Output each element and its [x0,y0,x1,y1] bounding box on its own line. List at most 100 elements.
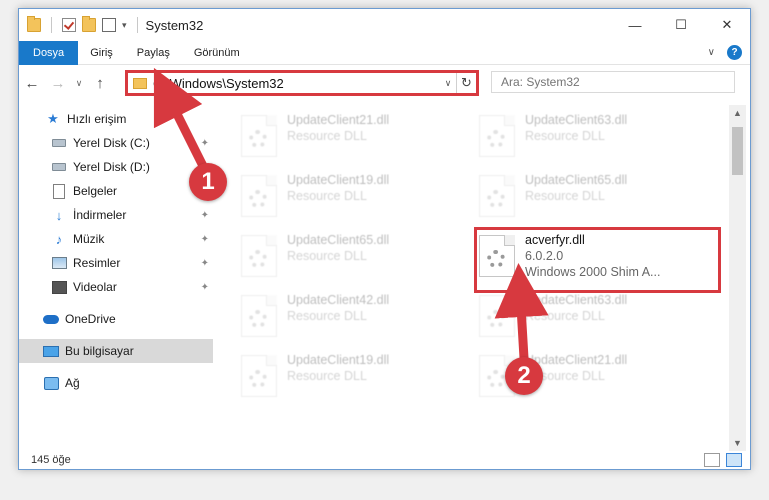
cloud-icon [43,311,59,327]
dll-file-icon [241,295,277,337]
disk-icon [51,135,67,151]
properties-check-icon[interactable] [62,18,76,32]
nav-item-label: Hızlı erişim [67,112,127,126]
nav-item-videos[interactable]: Videolar ✦ [19,275,213,299]
dll-file-icon [241,115,277,157]
dll-file-icon [479,175,515,217]
ribbon-right-controls: ∨ ? [708,45,742,60]
nav-item-label: Belgeler [73,184,118,198]
nav-item-local-disk-d[interactable]: Yerel Disk (D:) [19,155,213,179]
file-description: Resource DLL [287,309,367,323]
file-tile[interactable]: UpdateClient42.dll Resource DLL [241,291,469,349]
refresh-icon[interactable]: ↻ [456,73,476,93]
nav-item-label: Yerel Disk (C:) [73,136,150,150]
download-icon: ↓ [55,207,63,223]
chevron-down-icon[interactable]: ▾ [122,20,127,31]
file-description: Resource DLL [525,309,605,323]
file-name: UpdateClient21.dll [287,113,390,127]
file-tile[interactable]: UpdateClient21.dll Resource DLL [241,111,469,169]
quick-access-toolbar: ▾ [19,16,142,33]
view-buttons [704,453,742,467]
close-button[interactable]: ✕ [704,9,750,41]
maximize-button[interactable]: ☐ [658,9,704,41]
back-arrow-icon[interactable]: ← [19,75,45,92]
tiles-view-icon[interactable] [726,453,742,467]
nav-item-network[interactable]: Ağ [19,371,213,395]
file-name: UpdateClient65.dll [525,173,628,187]
details-view-icon[interactable] [704,453,720,467]
nav-item-pictures[interactable]: Resimler ✦ [19,251,213,275]
file-highlight-box [474,227,721,293]
file-tile[interactable]: UpdateClient65.dll Resource DLL [479,171,707,229]
nav-item-this-pc[interactable]: Bu bilgisayar [19,339,213,363]
separator [51,17,52,33]
status-bar: 145 öğe [19,449,750,471]
forward-arrow-icon[interactable]: → [45,75,71,92]
chevron-down-icon[interactable]: ∨ [440,78,456,89]
separator [136,17,138,33]
star-icon: ★ [47,111,59,126]
address-row: ← → ∨ ↑ C:\Windows\System32 ∨ ↻ [19,65,750,101]
file-tile[interactable]: UpdateClient63.dll Resource DLL [479,291,707,349]
file-name: UpdateClient65.dll [287,233,390,247]
search-box[interactable] [491,71,735,93]
pin-icon[interactable]: ✦ [201,282,209,293]
file-description: Resource DLL [525,189,605,203]
file-tile[interactable]: UpdateClient63.dll Resource DLL [479,111,707,169]
file-name: UpdateClient42.dll [287,293,390,307]
customize-toolbar-icon[interactable] [102,18,116,32]
address-bar[interactable]: C:\Windows\System32 ∨ ↻ [125,70,479,96]
title-bar: ▾ System32 — ☐ ✕ [19,9,750,41]
scroll-up-icon[interactable]: ▲ [729,105,746,121]
window-title: System32 [145,17,204,33]
file-name: UpdateClient19.dll [287,353,390,367]
music-icon: ♪ [55,231,63,247]
search-input[interactable] [501,75,734,89]
address-path[interactable]: C:\Windows\System32 [153,76,440,91]
scroll-thumb[interactable] [732,127,743,175]
step-2-badge: 2 [505,357,543,395]
file-explorer-window: ▾ System32 — ☐ ✕ Dosya Giriş Paylaş Görü… [18,8,751,470]
new-folder-icon[interactable] [82,16,96,32]
pin-icon[interactable]: ✦ [201,138,209,149]
pin-icon[interactable]: ✦ [201,210,209,221]
nav-item-local-disk-c[interactable]: Yerel Disk (C:) ✦ [19,131,213,155]
dll-file-icon [479,295,515,337]
navigation-pane: ★ Hızlı erişim Yerel Disk (C:) ✦ Yerel D… [19,105,213,445]
tab-file[interactable]: Dosya [19,40,79,65]
nav-item-label: Müzik [73,232,105,246]
nav-item-onedrive[interactable]: OneDrive [19,307,213,331]
file-tile[interactable]: UpdateClient19.dll Resource DLL [241,171,469,229]
pin-icon[interactable]: ✦ [201,258,209,269]
file-name: UpdateClient63.dll [525,293,628,307]
expand-ribbon-icon[interactable]: ∨ [708,47,715,58]
pin-icon[interactable]: ✦ [201,234,209,245]
minimize-button[interactable]: — [612,9,658,41]
up-arrow-icon[interactable]: ↑ [87,75,113,92]
file-tile[interactable]: UpdateClient19.dll Resource DLL [241,351,469,409]
file-description: Resource DLL [525,129,605,143]
help-icon[interactable]: ? [727,45,742,60]
tab-home[interactable]: Giriş [78,41,125,65]
computer-icon [43,343,59,359]
recent-locations-icon[interactable]: ∨ [71,78,87,89]
dll-file-icon [241,235,277,277]
folder-icon[interactable] [27,16,41,32]
file-name: UpdateClient21.dll [525,353,628,367]
folder-icon [133,77,147,89]
nav-item-quick-access[interactable]: ★ Hızlı erişim [19,107,213,131]
file-name: UpdateClient19.dll [287,173,390,187]
nav-item-label: OneDrive [65,312,116,326]
nav-item-downloads[interactable]: ↓ İndirmeler ✦ [19,203,213,227]
videos-icon [51,279,67,295]
nav-item-label: İndirmeler [73,208,127,222]
step-1-badge: 1 [189,163,227,201]
nav-item-music[interactable]: ♪ Müzik ✦ [19,227,213,251]
vertical-scrollbar[interactable]: ▲ ▼ [729,105,746,451]
ribbon-tabs: Dosya Giriş Paylaş Görünüm ∨ ? [19,40,750,65]
item-count: 145 öğe [31,454,71,466]
nav-item-documents[interactable]: Belgeler [19,179,213,203]
tab-share[interactable]: Paylaş [125,41,182,65]
file-tile[interactable]: UpdateClient65.dll Resource DLL [241,231,469,289]
tab-view[interactable]: Görünüm [182,41,252,65]
